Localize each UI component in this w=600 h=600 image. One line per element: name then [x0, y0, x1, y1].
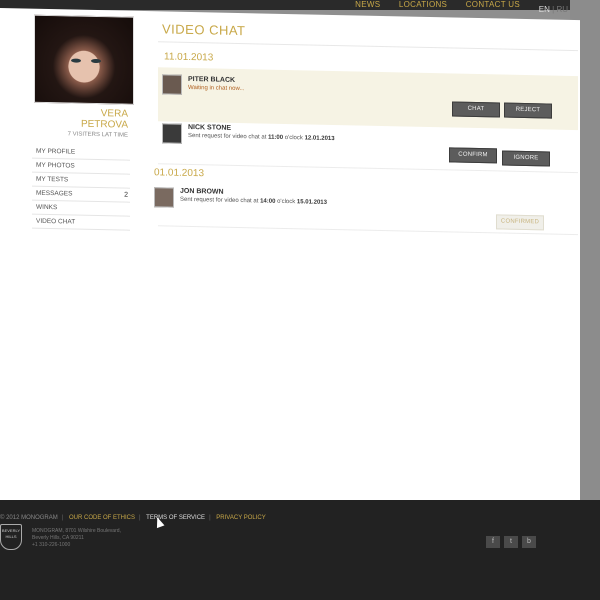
language-switcher: EN | RU — [538, 5, 568, 14]
chat-request-row: PITER BLACK Waiting in chat now... CHAT … — [158, 67, 578, 131]
page-title: VIDEO CHAT — [162, 21, 246, 39]
user-thumbnail[interactable] — [162, 123, 182, 144]
status-text: Waiting in chat now... — [188, 84, 245, 93]
user-name[interactable]: NICK STONE — [188, 124, 231, 132]
request-text: Sent request for video chat at 14:00 o'c… — [180, 196, 327, 206]
footer-links: © 2012 MONOGRAM | OUR CODE OF ETHICS | TER… — [0, 515, 266, 521]
facebook-icon[interactable]: f — [486, 536, 500, 548]
visitors-count: 7 VISITERS LAT TIME — [67, 131, 128, 139]
blog-icon[interactable]: b — [522, 536, 536, 548]
reject-button[interactable]: REJECT — [504, 102, 552, 119]
twitter-icon[interactable]: t — [504, 536, 518, 548]
user-thumbnail[interactable] — [154, 187, 174, 208]
messages-count-badge: 2 — [124, 191, 128, 199]
footer-address: MONOGRAM, 8701 Wilshire Boulevard, Bever… — [32, 528, 121, 548]
confirmed-button: CONFIRMED — [496, 214, 544, 231]
title-divider — [158, 41, 578, 52]
chat-request-row: JON BROWN Sent request for video chat at… — [154, 187, 578, 232]
confirm-button[interactable]: CONFIRM — [449, 147, 497, 164]
copyright: © 2012 MONOGRAM — [0, 515, 58, 521]
top-nav: NEWS LOCATIONS CONTACT US — [339, 0, 520, 9]
screen: NEWS LOCATIONS CONTACT US EN | RU VERA P… — [0, 0, 600, 600]
user-thumbnail[interactable] — [162, 74, 182, 95]
lang-en[interactable]: EN — [539, 5, 550, 14]
chat-button[interactable]: CHAT — [452, 101, 500, 118]
nav-locations[interactable]: LOCATIONS — [399, 0, 447, 9]
lang-ru[interactable]: RU — [556, 5, 568, 14]
nav-contact-us[interactable]: CONTACT US — [466, 0, 520, 9]
beverly-hills-seal-icon: BEVERLY HILLS — [0, 524, 22, 550]
group-date: 11.01.2013 — [164, 51, 214, 64]
link-code-of-ethics[interactable]: OUR CODE OF ETHICS — [69, 515, 135, 521]
profile-last-name: PETROVA — [80, 118, 128, 131]
user-name[interactable]: JON BROWN — [180, 188, 224, 196]
main-page: VERA PETROVA 7 VISITERS LAT TIME MY PROF… — [0, 8, 580, 521]
menu-item-video-chat[interactable]: VIDEO CHAT — [32, 214, 130, 231]
request-text: Sent request for video chat at 11:00 o'c… — [188, 132, 335, 143]
nav-news[interactable]: NEWS — [355, 0, 380, 9]
avatar[interactable] — [34, 14, 134, 105]
link-privacy-policy[interactable]: PRIVACY POLICY — [216, 515, 265, 521]
ignore-button[interactable]: IGNORE — [502, 150, 550, 167]
video-chat-content: VIDEO CHAT 11.01.2013 PITER BLACK Waitin… — [148, 11, 578, 236]
group-date: 01.01.2013 — [154, 167, 205, 180]
profile-menu: MY PROFILE MY PHOTOS MY TESTS MESSAGES 2 … — [32, 144, 130, 231]
user-name[interactable]: PITER BLACK — [188, 76, 235, 84]
profile-name: VERA PETROVA — [28, 107, 128, 131]
